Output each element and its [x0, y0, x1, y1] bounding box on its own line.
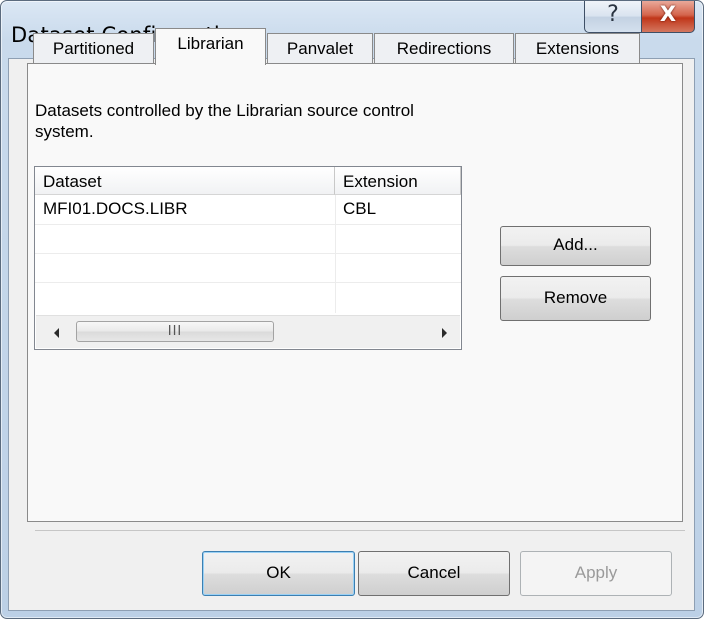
footer-separator [35, 530, 685, 531]
cell-dataset[interactable]: MFI01.DOCS.LIBR [43, 199, 188, 219]
scroll-left-button[interactable] [40, 316, 68, 348]
tab-label: Redirections [396, 39, 492, 58]
help-icon: ? [607, 2, 619, 27]
add-button-label: Add... [553, 235, 598, 254]
description-text: Datasets controlled by the Librarian sou… [35, 101, 414, 141]
tab-partitioned[interactable]: Partitioned [33, 33, 154, 63]
close-icon: X [659, 2, 677, 26]
cancel-button[interactable]: Cancel [358, 551, 510, 596]
scroll-right-button[interactable] [428, 316, 456, 348]
column-header-label: Dataset [43, 172, 102, 191]
tab-redirections[interactable]: Redirections [374, 33, 514, 63]
scroll-right-arrow-icon [442, 328, 447, 338]
tab-librarian[interactable]: Librarian [155, 28, 266, 65]
remove-button-label: Remove [543, 288, 608, 307]
apply-button-label: Apply [574, 563, 618, 582]
remove-button[interactable]: Remove [500, 276, 651, 321]
dataset-list[interactable]: Dataset Extension MFI01.DOCS.LIBR CBL II… [34, 166, 462, 350]
tab-panvalet[interactable]: Panvalet [267, 33, 373, 63]
tab-label: Panvalet [286, 39, 354, 58]
close-button[interactable]: X [641, 1, 695, 33]
column-header-label: Extension [343, 172, 418, 191]
scroll-left-arrow-icon [54, 328, 59, 338]
help-button[interactable]: ? [584, 1, 642, 33]
cell-extension[interactable]: CBL [343, 199, 376, 219]
add-button[interactable]: Add... [500, 226, 651, 266]
cancel-button-label: Cancel [407, 563, 461, 582]
tab-label: Partitioned [52, 39, 135, 58]
column-header-extension[interactable]: Extension [335, 167, 461, 195]
horizontal-scrollbar[interactable]: III [36, 315, 460, 348]
scroll-grip-icon: III [167, 324, 183, 339]
row-divider [35, 282, 461, 283]
tab-extensions[interactable]: Extensions [515, 33, 640, 63]
tab-label: Librarian [177, 34, 244, 53]
row-divider [35, 224, 461, 225]
apply-button[interactable]: Apply [520, 551, 672, 596]
ok-button-label: OK [266, 563, 291, 582]
tab-label: Extensions [535, 39, 620, 58]
ok-button[interactable]: OK [202, 551, 355, 596]
scroll-thumb[interactable]: III [76, 321, 274, 342]
row-divider [35, 253, 461, 254]
column-divider [335, 195, 336, 313]
column-header-dataset[interactable]: Dataset [35, 167, 335, 195]
